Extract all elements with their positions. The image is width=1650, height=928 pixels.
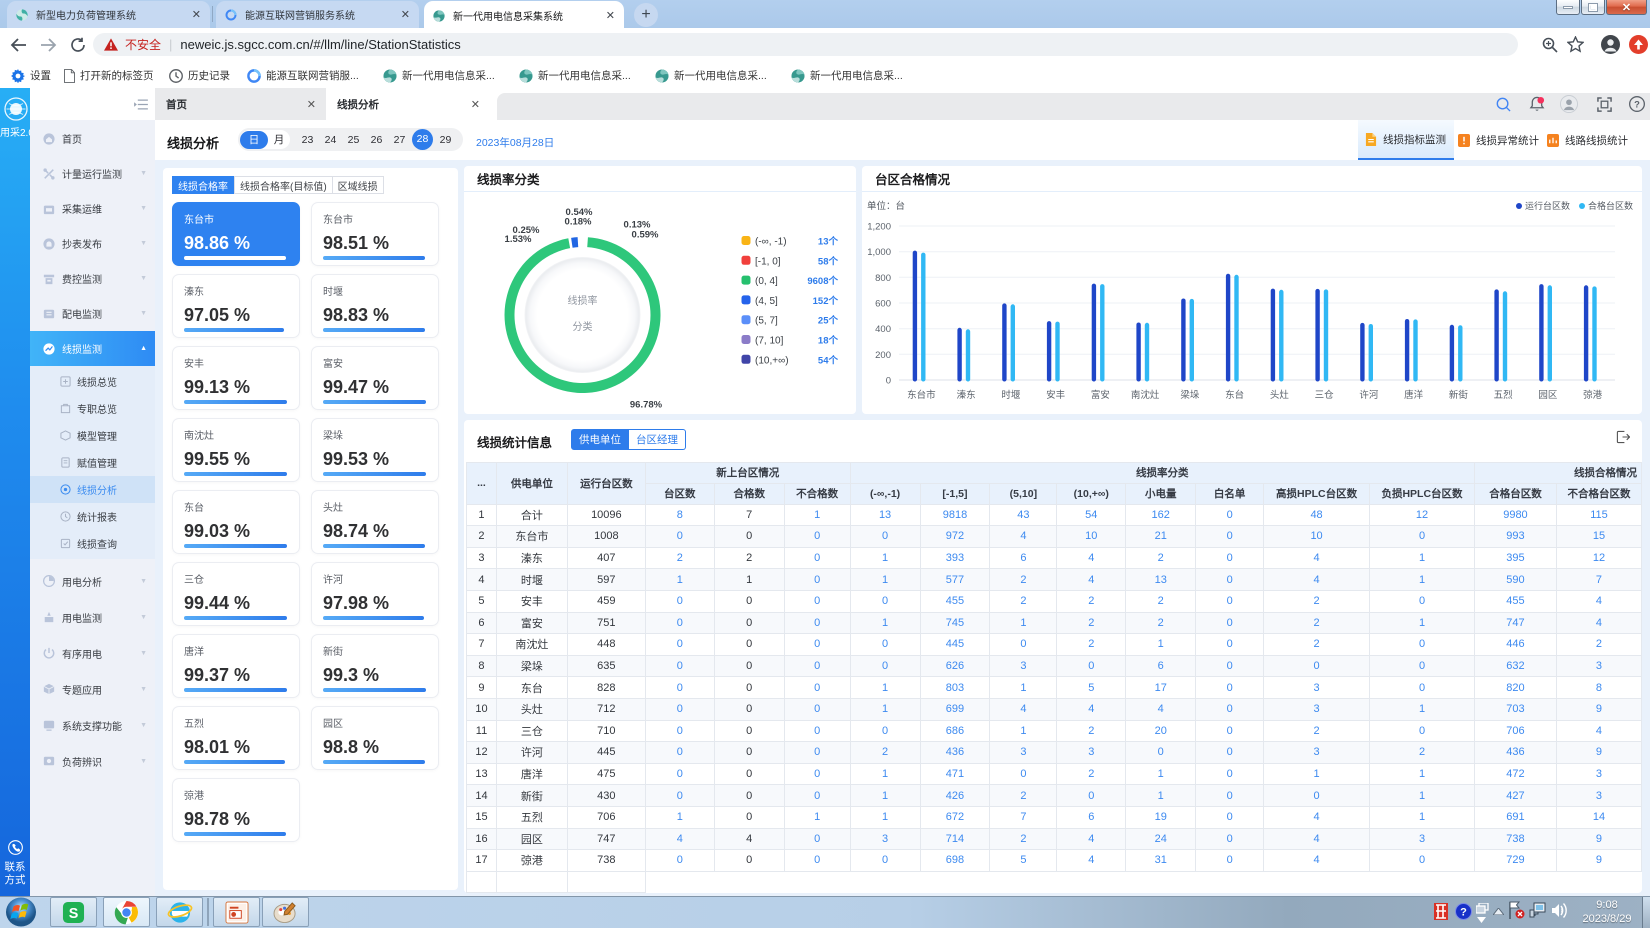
svg-text:(4, 5]: (4, 5] <box>755 296 778 307</box>
svg-text:溱东: 溱东 <box>957 389 976 401</box>
svg-text:合格台区数: 合格台区数 <box>1588 200 1633 211</box>
svg-text:三仓: 三仓 <box>1315 389 1335 401</box>
svg-text:25个: 25个 <box>818 315 839 327</box>
svg-text:安丰: 安丰 <box>1046 389 1065 401</box>
svg-text:S: S <box>69 905 79 921</box>
svg-text:时堰: 时堰 <box>1001 389 1021 401</box>
svg-text:弶港: 弶港 <box>1583 389 1603 401</box>
svg-text:许河: 许河 <box>1359 389 1379 401</box>
svg-text:400: 400 <box>875 324 891 335</box>
svg-text:9608个: 9608个 <box>807 275 838 287</box>
svg-text:(-∞, -1): (-∞, -1) <box>755 237 787 248</box>
svg-text:分类: 分类 <box>573 320 593 333</box>
svg-text:1,000: 1,000 <box>867 247 891 258</box>
svg-text:?: ? <box>1634 98 1640 109</box>
svg-text:东台市: 东台市 <box>907 389 936 401</box>
svg-text:(5, 7]: (5, 7] <box>755 316 778 327</box>
svg-text:(10,+∞): (10,+∞) <box>755 355 789 366</box>
svg-text:南沈灶: 南沈灶 <box>1131 389 1160 401</box>
svg-text:五烈: 五烈 <box>1494 390 1514 401</box>
svg-text:58个: 58个 <box>818 255 839 267</box>
svg-text:600: 600 <box>875 299 891 310</box>
svg-text:唐洋: 唐洋 <box>1404 389 1424 401</box>
svg-text:(7, 10]: (7, 10] <box>755 336 784 347</box>
svg-text:200: 200 <box>875 350 891 361</box>
svg-text:13个: 13个 <box>818 236 839 248</box>
svg-text:1.53%: 1.53% <box>505 234 532 245</box>
svg-text:54个: 54个 <box>818 354 839 366</box>
svg-text:东台: 东台 <box>1225 389 1244 401</box>
svg-text:梁垛: 梁垛 <box>1180 389 1200 401</box>
svg-text:园区: 园区 <box>1538 390 1558 401</box>
svg-text:线损率: 线损率 <box>568 294 598 307</box>
svg-text:96.78%: 96.78% <box>630 400 663 411</box>
svg-text:头灶: 头灶 <box>1270 389 1290 401</box>
svg-text:1,200: 1,200 <box>867 222 891 233</box>
svg-text:富安: 富安 <box>1091 389 1110 401</box>
svg-text:运行台区数: 运行台区数 <box>1525 200 1570 211</box>
svg-text:0: 0 <box>886 376 891 387</box>
svg-text:18个: 18个 <box>818 335 839 347</box>
svg-text:(0, 4]: (0, 4] <box>755 276 778 287</box>
svg-text:?: ? <box>1460 907 1467 919</box>
svg-text:152个: 152个 <box>813 295 839 307</box>
svg-text:0.18%: 0.18% <box>565 217 592 228</box>
svg-text:新街: 新街 <box>1449 389 1469 401</box>
svg-text:单位：台: 单位：台 <box>867 200 905 212</box>
svg-text:[-1, 0]: [-1, 0] <box>755 256 781 267</box>
svg-text:800: 800 <box>875 273 891 284</box>
svg-text:0.59%: 0.59% <box>632 230 659 241</box>
